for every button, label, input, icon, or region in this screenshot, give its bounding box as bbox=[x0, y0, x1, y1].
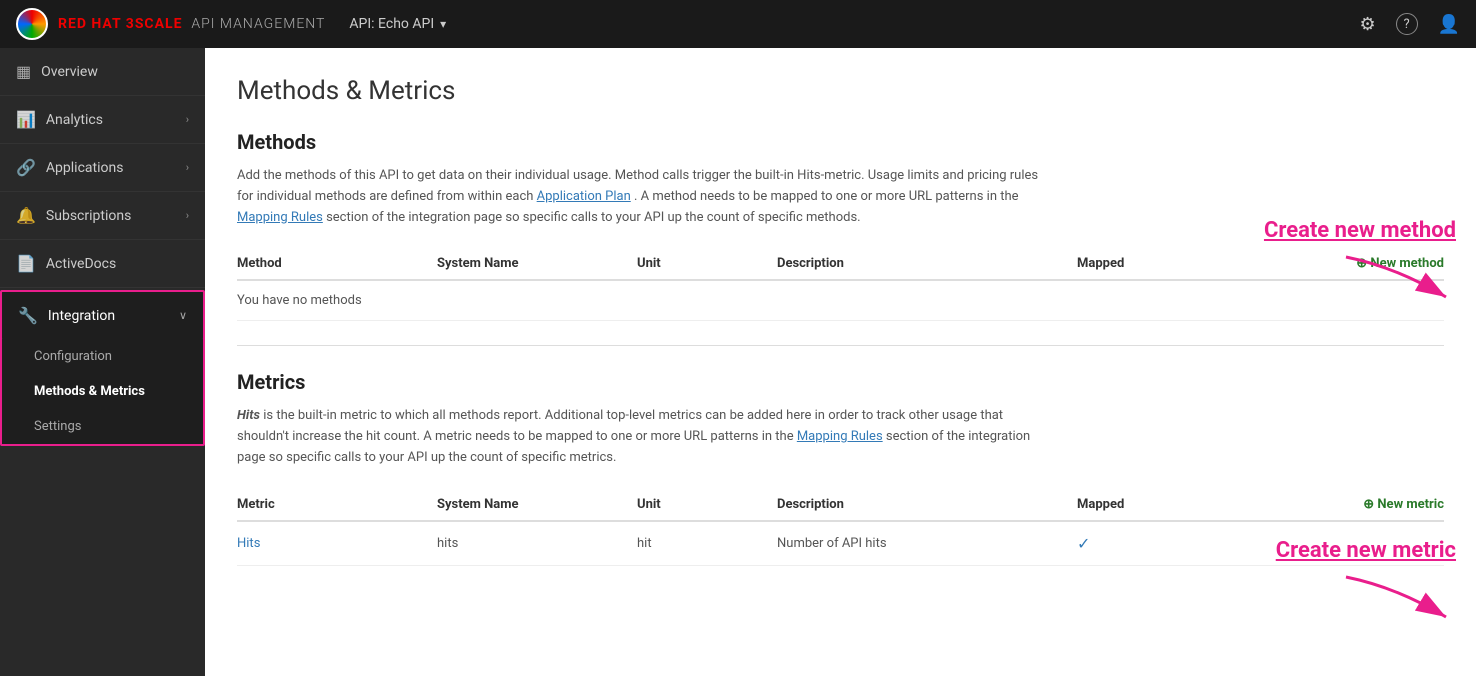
create-metric-text: Create new metric bbox=[1276, 538, 1456, 563]
help-icon[interactable]: ? bbox=[1396, 13, 1418, 35]
methods-table: Method System Name Unit Description Mapp… bbox=[237, 248, 1444, 321]
new-metric-button[interactable]: ⊕ New metric bbox=[1363, 497, 1444, 512]
section-divider bbox=[237, 345, 1444, 346]
layout: ▦ Overview 📊 Analytics › 🔗 Applications … bbox=[0, 48, 1476, 676]
methods-col-desc: Description bbox=[777, 248, 1077, 280]
logo-circle bbox=[16, 8, 48, 40]
sidebar-sub-item-settings[interactable]: Settings bbox=[2, 409, 203, 444]
settings-icon[interactable]: ⚙ bbox=[1359, 14, 1375, 35]
metric-mapped-hits: ✓ bbox=[1077, 521, 1177, 566]
mapping-rules-link[interactable]: Mapping Rules bbox=[237, 210, 323, 225]
sidebar-item-integration[interactable]: 🔧 Integration ∨ bbox=[2, 292, 203, 339]
analytics-icon: 📊 bbox=[16, 110, 36, 129]
logo: RED HAT 3SCALE API MANAGEMENT bbox=[16, 8, 325, 40]
applications-icon: 🔗 bbox=[16, 158, 36, 177]
methods-section-title: Methods bbox=[237, 130, 1444, 154]
methods-col-mapped: Mapped bbox=[1077, 248, 1177, 280]
integration-submenu: Configuration Methods & Metrics Settings bbox=[2, 339, 203, 444]
metrics-col-desc: Description bbox=[777, 489, 1077, 521]
topbar-icons: ⚙ ? 👤 bbox=[1359, 13, 1460, 35]
metrics-col-action: ⊕ New metric bbox=[1177, 489, 1444, 521]
chevron-right-icon: › bbox=[186, 161, 189, 174]
create-method-arrow bbox=[1336, 247, 1456, 307]
subscriptions-icon: 🔔 bbox=[16, 206, 36, 225]
activedocs-icon: 📄 bbox=[16, 254, 36, 273]
chevron-down-icon: ▾ bbox=[440, 17, 446, 31]
chevron-right-icon: › bbox=[186, 209, 189, 222]
logo-text: RED HAT 3SCALE API MANAGEMENT bbox=[58, 16, 325, 32]
chevron-right-icon: › bbox=[186, 113, 189, 126]
topbar: RED HAT 3SCALE API MANAGEMENT API: Echo … bbox=[0, 0, 1476, 48]
sidebar-item-subscriptions[interactable]: 🔔 Subscriptions › bbox=[0, 192, 205, 240]
sidebar-item-analytics[interactable]: 📊 Analytics › bbox=[0, 96, 205, 144]
overview-icon: ▦ bbox=[16, 62, 31, 81]
api-selector[interactable]: API: Echo API ▾ bbox=[349, 16, 446, 32]
metric-desc-hits: Number of API hits bbox=[777, 521, 1077, 566]
mapping-rules-link2[interactable]: Mapping Rules bbox=[797, 429, 883, 444]
create-metric-arrow bbox=[1336, 567, 1456, 627]
metrics-table-row: Hits hits hit Number of API hits ✓ bbox=[237, 521, 1444, 566]
chevron-down-icon: ∨ bbox=[179, 309, 187, 322]
create-metric-annotation: Create new metric bbox=[1276, 538, 1456, 627]
sidebar: ▦ Overview 📊 Analytics › 🔗 Applications … bbox=[0, 48, 205, 676]
sidebar-item-applications[interactable]: 🔗 Applications › bbox=[0, 144, 205, 192]
metric-unit-hits: hit bbox=[637, 521, 777, 566]
metrics-section-title: Metrics bbox=[237, 370, 1444, 394]
metrics-description: Hits is the built-in metric to which all… bbox=[237, 406, 1057, 468]
sidebar-sub-item-methods-metrics[interactable]: Methods & Metrics bbox=[2, 374, 203, 409]
sidebar-item-activedocs[interactable]: 📄 ActiveDocs bbox=[0, 240, 205, 288]
integration-icon: 🔧 bbox=[18, 306, 38, 325]
metric-sysname-hits: hits bbox=[437, 521, 637, 566]
metrics-col-sysname: System Name bbox=[437, 489, 637, 521]
user-icon[interactable]: 👤 bbox=[1438, 14, 1460, 35]
metrics-col-unit: Unit bbox=[637, 489, 777, 521]
methods-col-unit: Unit bbox=[637, 248, 777, 280]
sidebar-item-overview[interactable]: ▦ Overview bbox=[0, 48, 205, 96]
methods-col-method: Method bbox=[237, 248, 437, 280]
metrics-col-metric: Metric bbox=[237, 489, 437, 521]
create-method-annotation: Create new method bbox=[1264, 218, 1456, 307]
metrics-col-mapped: Mapped bbox=[1077, 489, 1177, 521]
sidebar-sub-item-configuration[interactable]: Configuration bbox=[2, 339, 203, 374]
main-content: Methods & Metrics Methods Add the method… bbox=[205, 48, 1476, 676]
metric-name-hits[interactable]: Hits bbox=[237, 521, 437, 566]
methods-col-sysname: System Name bbox=[437, 248, 637, 280]
page-title: Methods & Metrics bbox=[237, 76, 1444, 106]
no-methods-row: You have no methods bbox=[237, 280, 1444, 321]
metrics-table: Metric System Name Unit Description Mapp… bbox=[237, 489, 1444, 566]
application-plan-link[interactable]: Application Plan bbox=[537, 189, 631, 204]
methods-description: Add the methods of this API to get data … bbox=[237, 166, 1057, 228]
create-method-text: Create new method bbox=[1264, 218, 1456, 243]
